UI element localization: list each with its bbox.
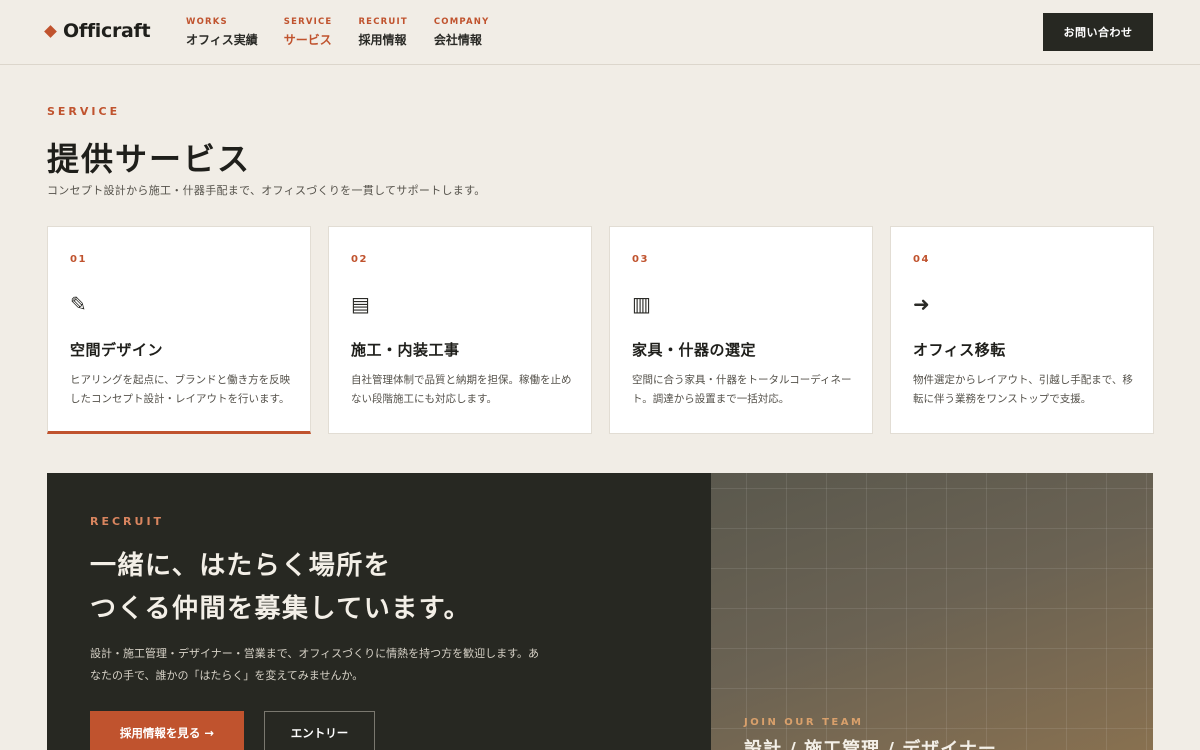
card-number: 02 [351,254,368,265]
service-title: 提供サービス [47,140,252,178]
team-title: 設計 / 施工管理 / デザイナー [744,739,997,750]
card-description: 物件選定からレイアウト、引越し手配まで、移転に伴う業務をワンストップで支援。 [913,374,1133,405]
nav-item-ja-label: サービス [283,33,332,47]
nav-item-ja-label: 会社情報 [433,33,482,47]
recruit-title: 一緒に、はたらく場所を つくる仲間を募集しています。 [90,545,650,631]
entry-button[interactable]: エントリー [264,711,375,750]
site-header: Officraft WORKS オフィス実績 SERVICE サービス RECR… [0,0,1200,65]
card-description: ヒアリングを起点に、ブランドと働き方を反映したコンセプト設計・レイアウトを行いま… [70,374,291,405]
grid-pattern [711,473,1153,750]
contact-button[interactable]: お問い合わせ [1043,13,1153,51]
service-card-furniture[interactable]: 03 ▥ 家具・什器の選定 空間に合う家具・什器をトータルコーディネート。調達か… [609,226,873,434]
card-title: オフィス移転 [913,341,1006,359]
nav-item-en-label: COMPANY [433,17,490,27]
nav-item-service[interactable]: SERVICE サービス [284,17,333,48]
nav-item-en-label: WORKS [186,17,228,27]
card-number: 03 [632,254,649,265]
recruit-eyebrow: RECRUIT [90,515,165,528]
nav-item-company[interactable]: COMPANY 会社情報 [434,17,490,48]
nav-item-recruit[interactable]: RECRUIT 採用情報 [358,17,407,48]
main-nav: WORKS オフィス実績 SERVICE サービス RECRUIT 採用情報 C… [186,17,489,48]
logo-diamond-icon [44,24,57,38]
recruit-content: RECRUIT 一緒に、はたらく場所を つくる仲間を募集しています。 設計・施工… [47,473,711,750]
team-eyebrow: JOIN OUR TEAM [744,717,864,728]
service-description: コンセプト設計から施工・什器手配まで、オフィスづくりを一貫してサポートします。 [47,184,486,197]
construction-icon: ▤ [351,292,370,316]
logo-text: Officraft [63,20,151,42]
recruit-image: JOIN OUR TEAM 設計 / 施工管理 / デザイナー [711,473,1153,750]
view-recruit-button[interactable]: 採用情報を見る → [90,711,244,750]
card-number: 04 [913,254,930,265]
furniture-icon: ▥ [632,292,651,316]
card-description: 自社管理体制で品質と納期を担保。稼働を止めない段階施工にも対応します。 [351,374,572,405]
arrow-right-icon: ➜ [913,292,930,316]
card-title: 空間デザイン [70,341,164,359]
recruit-title-line1: 一緒に、はたらく場所を [90,551,392,581]
card-title: 施工・内装工事 [351,341,460,359]
nav-item-en-label: RECRUIT [358,17,408,27]
nav-item-ja-label: オフィス実績 [186,33,258,47]
service-card-space-design[interactable]: 01 ✎ 空間デザイン ヒアリングを起点に、ブランドと働き方を反映したコンセプト… [47,226,311,434]
pencil-icon: ✎ [70,292,87,316]
service-eyebrow: SERVICE [47,105,121,118]
service-card-construction[interactable]: 02 ▤ 施工・内装工事 自社管理体制で品質と納期を担保。稼働を止めない段階施工… [328,226,592,434]
card-title: 家具・什器の選定 [632,341,757,359]
nav-item-en-label: SERVICE [283,17,333,27]
nav-item-ja-label: 採用情報 [358,33,407,47]
service-cards: 01 ✎ 空間デザイン ヒアリングを起点に、ブランドと働き方を反映したコンセプト… [47,226,1154,434]
service-card-relocation[interactable]: 04 ➜ オフィス移転 物件選定からレイアウト、引越し手配まで、移転に伴う業務を… [890,226,1154,434]
card-number: 01 [70,254,87,265]
nav-item-works[interactable]: WORKS オフィス実績 [186,17,258,48]
recruit-banner: RECRUIT 一緒に、はたらく場所を つくる仲間を募集しています。 設計・施工… [47,473,1153,750]
card-description: 空間に合う家具・什器をトータルコーディネート。調達から設置まで一括対応。 [632,374,852,405]
recruit-title-line2: つくる仲間を募集しています。 [90,594,472,624]
recruit-description: 設計・施工管理・デザイナー・営業まで、オフィスづくりに情熱を持つ方を歓迎します。… [90,647,540,682]
logo[interactable]: Officraft [44,20,151,42]
